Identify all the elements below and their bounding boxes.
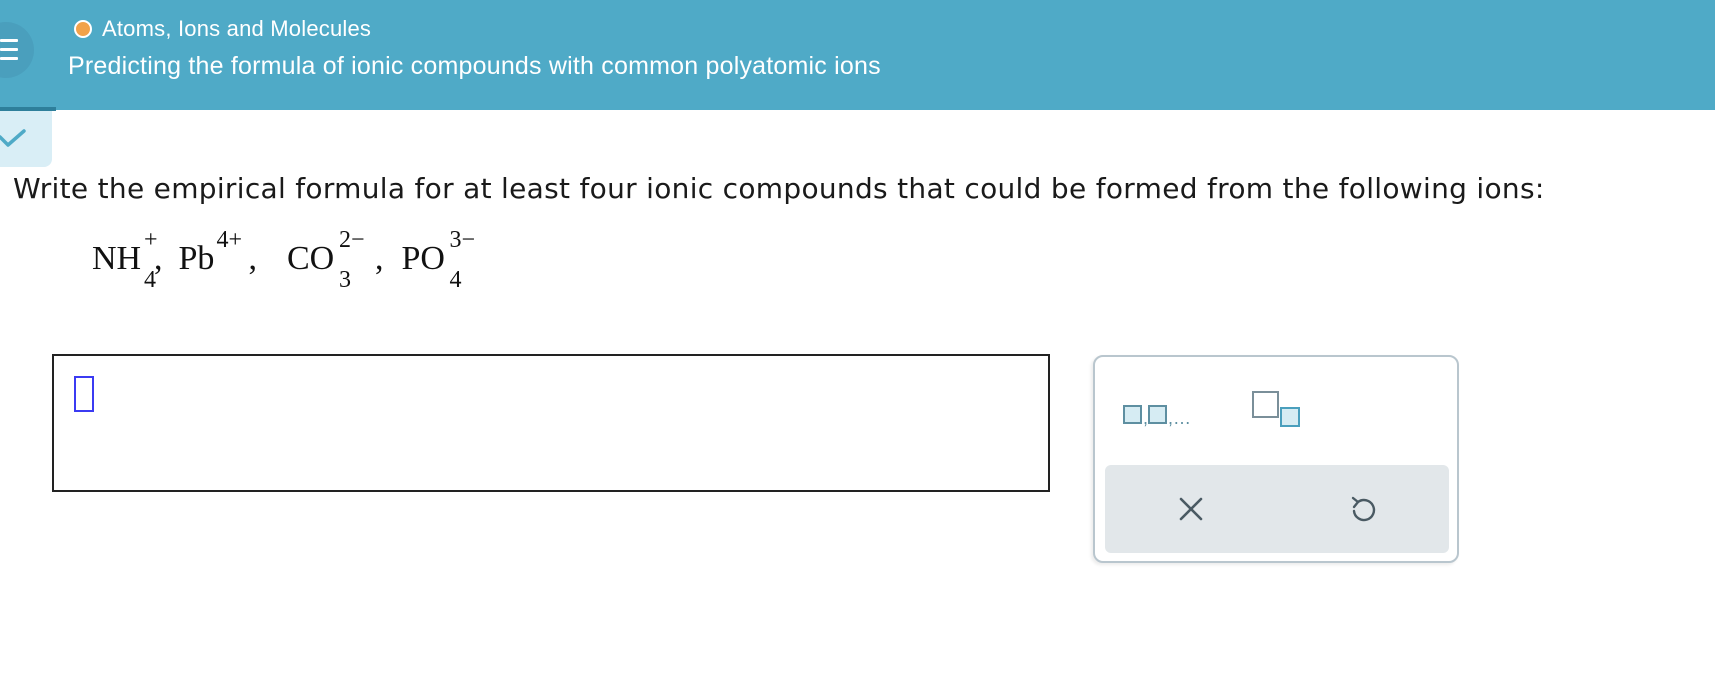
ion-superscript: 4+ [216, 227, 243, 253]
checkmark-icon [0, 129, 26, 147]
progress-dot-icon [74, 20, 92, 38]
topic-label: Atoms, Ions and Molecules [102, 16, 372, 41]
ion-subscript: 3 [339, 267, 351, 293]
list-comma: , [1143, 408, 1148, 428]
menu-icon[interactable] [0, 22, 34, 78]
list-template-button[interactable]: , ,… [1123, 395, 1203, 435]
separator: , [375, 240, 384, 277]
separator: , [154, 240, 163, 277]
ion-superscript: 2− [339, 227, 365, 253]
separator: , [248, 240, 258, 277]
page-title: Predicting the formula of ionic compound… [68, 52, 881, 80]
undo-button[interactable] [1339, 485, 1387, 533]
answer-input[interactable] [52, 354, 1050, 492]
action-bar [1105, 465, 1449, 553]
input-placeholder-box[interactable] [74, 376, 94, 412]
ion-base: PO [401, 240, 445, 277]
clear-button[interactable] [1167, 485, 1215, 533]
ion-subscript: 4 [449, 267, 462, 293]
header-bar: Atoms, Ions and Molecules Predicting the… [0, 0, 1715, 111]
list-ellipsis: ,… [1168, 408, 1191, 428]
topic-row: Atoms, Ions and Molecules [74, 16, 371, 42]
check-tab[interactable] [0, 111, 52, 167]
ion-ammonium: NH 4 +, [92, 227, 170, 293]
list-template-icon: , ,… [1123, 405, 1191, 428]
clear-icon [1179, 497, 1203, 521]
math-tool-panel: , ,… [1093, 355, 1459, 563]
ion-base: NH [92, 240, 142, 277]
ion-list: NH 4 +, Pb 4+, CO 3 2−, PO 4 3− [92, 227, 482, 293]
ion-phosphate: PO 4 3− [401, 227, 482, 293]
ion-base: Pb [178, 240, 215, 277]
subscript-template-icon [1252, 391, 1300, 427]
ion-superscript: 3− [449, 227, 476, 253]
ion-base: CO [287, 240, 335, 277]
ion-lead: Pb 4+, [178, 227, 279, 278]
ion-carbonate: CO 3 2−, [287, 227, 393, 293]
question-prompt: Write the empirical formula for at least… [13, 172, 1545, 205]
undo-icon [1351, 496, 1376, 522]
subscript-template-button[interactable] [1251, 388, 1311, 438]
